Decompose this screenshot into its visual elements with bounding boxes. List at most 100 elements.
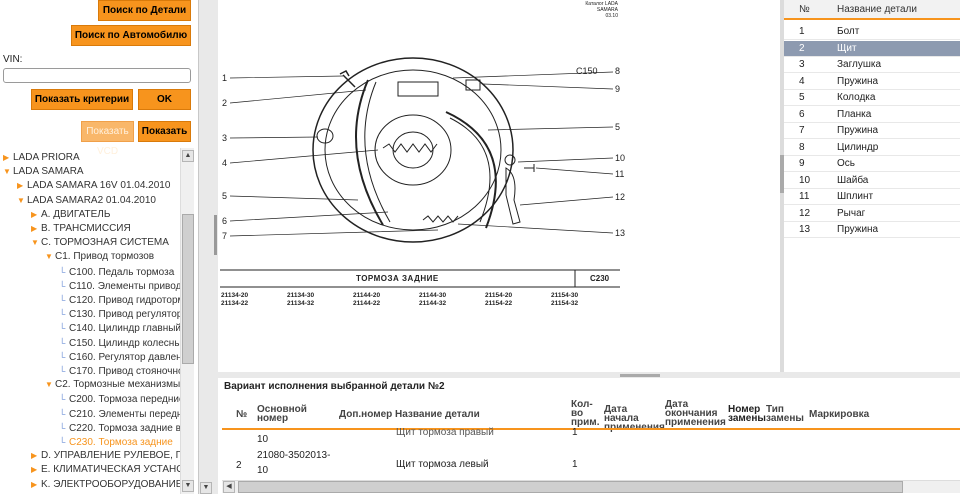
callout-label[interactable]: 13 xyxy=(615,228,625,238)
part-row[interactable]: 4 Пружина xyxy=(784,74,960,90)
expanded-arrow-icon[interactable]: ▼ xyxy=(3,165,13,179)
vin-input[interactable] xyxy=(3,68,191,83)
part-row[interactable]: 5 Колодка xyxy=(784,90,960,106)
tree-node[interactable]: ▶ E. КЛИМАТИЧЕСКАЯ УСТАНО xyxy=(31,463,180,477)
part-row[interactable]: 12 Рычаг xyxy=(784,206,960,222)
tree-node[interactable]: ▶ D. УПРАВЛЕНИЕ РУЛЕВОЕ, П( xyxy=(31,449,180,463)
tree-node[interactable]: └ C150. Цилиндр колесный xyxy=(59,336,180,350)
scroll-up-icon[interactable]: ▲ xyxy=(182,150,194,162)
collapsed-arrow-icon[interactable]: ▶ xyxy=(31,463,41,477)
tree-node[interactable]: └ C220. Тормоза задние в xyxy=(59,421,180,435)
tree-node[interactable]: └ C230. Тормоза задние xyxy=(59,435,173,449)
part-row[interactable]: 7 Пружина xyxy=(784,123,960,139)
tree-node[interactable]: ▶ K. ЭЛЕКТРООБОРУДОВАНИЕ xyxy=(31,478,180,492)
part-row[interactable]: 8 Цилиндр xyxy=(784,140,960,156)
expanded-arrow-icon[interactable]: ▼ xyxy=(45,250,55,264)
tree-node[interactable]: ▶ B. ТРАНСМИССИЯ xyxy=(31,222,131,236)
scroll-left-icon[interactable]: ◀ xyxy=(223,481,235,493)
row2-main-number-tail[interactable]: 10 xyxy=(257,465,268,476)
collapsed-arrow-icon[interactable]: ▶ xyxy=(3,151,13,165)
left-splitter[interactable]: ▼ xyxy=(200,0,217,494)
callout-label[interactable]: 9 xyxy=(615,84,620,94)
leaf-icon[interactable]: └ xyxy=(59,265,69,279)
leaf-icon[interactable]: └ xyxy=(59,392,69,406)
part-row[interactable]: 2 Щит xyxy=(784,40,960,57)
part-row[interactable]: 13 Пружина xyxy=(784,222,960,238)
collapsed-arrow-icon[interactable]: ▶ xyxy=(31,222,41,236)
tree-node[interactable]: ▶ LADA PRIORA xyxy=(3,151,80,165)
tree-node[interactable]: ▼ C1. Привод тормозов xyxy=(45,250,154,264)
leaf-icon[interactable]: └ xyxy=(59,407,69,421)
tree-node[interactable]: ▼ LADA SAMARA xyxy=(3,165,84,179)
show-criteria-button[interactable]: Показать критерии xyxy=(31,89,133,110)
leaf-icon[interactable]: └ xyxy=(59,307,69,321)
callout-label[interactable]: 5 xyxy=(615,122,620,132)
schematic-drawing[interactable]: Каталог LADA SAMARA 03.10 C150 ТОРМОЗА З… xyxy=(218,0,780,372)
leaf-icon[interactable]: └ xyxy=(59,350,69,364)
row2-part-name[interactable]: Щит тормоза левый xyxy=(396,459,489,470)
row1-part-name[interactable]: Щит тормоза правый xyxy=(396,427,494,438)
part-row[interactable]: 6 Планка xyxy=(784,107,960,123)
callout-label[interactable]: 1 xyxy=(222,73,227,83)
hscroll-thumb[interactable] xyxy=(238,481,903,493)
scroll-down-icon[interactable]: ▼ xyxy=(200,482,212,494)
row1-main-number-tail[interactable]: 10 xyxy=(257,434,268,445)
tree-node[interactable]: └ C160. Регулятор давлени xyxy=(59,350,180,364)
part-row[interactable]: 1 Болт xyxy=(784,24,960,40)
expanded-arrow-icon[interactable]: ▼ xyxy=(45,378,55,392)
collapsed-arrow-icon[interactable]: ▶ xyxy=(31,478,41,492)
part-row[interactable]: 3 Заглушка xyxy=(784,57,960,73)
tree-node[interactable]: ▶ A. ДВИГАТЕЛЬ xyxy=(31,208,110,222)
leaf-icon[interactable]: └ xyxy=(59,293,69,307)
leaf-icon[interactable]: └ xyxy=(59,435,69,449)
show-vcd-button[interactable]: Показать VCD xyxy=(81,121,134,157)
tree-node[interactable]: ▼ C2. Тормозные механизмы xyxy=(45,378,180,392)
splitter-grip[interactable] xyxy=(214,215,217,255)
part-row[interactable]: 9 Ось xyxy=(784,156,960,172)
tree-node[interactable]: └ C140. Цилиндр главный xyxy=(59,321,180,335)
tree-node[interactable]: ▼ C. ТОРМОЗНАЯ СИСТЕМА xyxy=(31,236,169,250)
leaf-icon[interactable]: └ xyxy=(59,279,69,293)
variant-hscrollbar[interactable]: ◀ xyxy=(222,480,960,493)
leaf-icon[interactable]: └ xyxy=(59,364,69,378)
expanded-arrow-icon[interactable]: ▼ xyxy=(31,236,41,250)
part-row[interactable]: 10 Шайба xyxy=(784,173,960,189)
search-by-car-button[interactable]: Поиск по Автомобилю xyxy=(71,25,191,46)
search-by-part-button[interactable]: Поиск по Детали xyxy=(98,0,191,21)
scroll-thumb[interactable] xyxy=(182,214,194,364)
tree-node[interactable]: └ C120. Привод гидроторм xyxy=(59,293,180,307)
scroll-down-icon[interactable]: ▼ xyxy=(182,480,194,492)
collapsed-arrow-icon[interactable]: ▶ xyxy=(31,449,41,463)
callout-label[interactable]: 4 xyxy=(222,158,227,168)
callout-label[interactable]: 10 xyxy=(615,153,625,163)
tree-node[interactable]: └ C110. Элементы привода xyxy=(59,279,180,293)
row2-main-number[interactable]: 21080-3502013- xyxy=(257,450,330,461)
part-row[interactable]: 11 Шплинт xyxy=(784,189,960,205)
tree-node[interactable]: └ C200. Тормоза передние xyxy=(59,392,180,406)
tree-scrollbar[interactable]: ▲ ▼ xyxy=(180,148,194,494)
tree-node[interactable]: ▶ LADA SAMARA 16V 01.04.2010 xyxy=(17,179,170,193)
leaf-icon[interactable]: └ xyxy=(59,321,69,335)
leaf-icon[interactable]: └ xyxy=(59,421,69,435)
tree-node[interactable]: └ C130. Привод регулятора xyxy=(59,307,180,321)
callout-label[interactable]: 8 xyxy=(615,66,620,76)
callout-label[interactable]: 3 xyxy=(222,133,227,143)
callout-label[interactable]: 6 xyxy=(222,216,227,226)
tree-node[interactable]: └ C210. Элементы передн xyxy=(59,407,180,421)
bottom-splitter-grip[interactable] xyxy=(620,374,660,377)
callout-label[interactable]: 12 xyxy=(615,192,625,202)
leaf-icon[interactable]: └ xyxy=(59,336,69,350)
callout-label[interactable]: 2 xyxy=(222,98,227,108)
expanded-arrow-icon[interactable]: ▼ xyxy=(17,194,27,208)
callout-label[interactable]: 7 xyxy=(222,231,227,241)
show-button[interactable]: Показать xyxy=(138,121,191,142)
ok-button[interactable]: OK xyxy=(138,89,191,110)
callout-label[interactable]: 5 xyxy=(222,191,227,201)
tree-node[interactable]: └ C170. Привод стояночно xyxy=(59,364,180,378)
tree-node-label: C130. Привод регулятора xyxy=(69,309,180,321)
tree-node[interactable]: └ C100. Педаль тормоза xyxy=(59,265,174,279)
tree-node[interactable]: ▼ LADA SAMARA2 01.04.2010 xyxy=(17,194,156,208)
collapsed-arrow-icon[interactable]: ▶ xyxy=(31,208,41,222)
collapsed-arrow-icon[interactable]: ▶ xyxy=(17,179,27,193)
callout-label[interactable]: 11 xyxy=(615,169,624,179)
